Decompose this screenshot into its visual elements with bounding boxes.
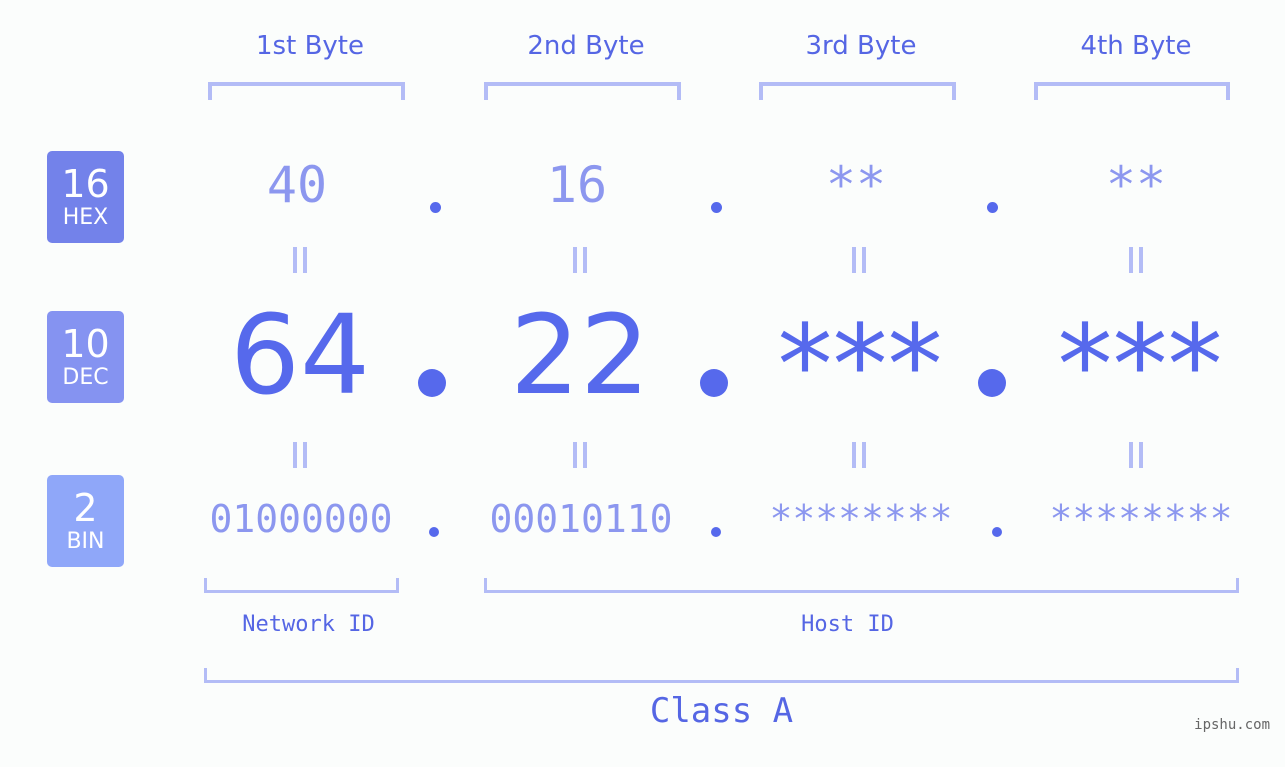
equals-icon xyxy=(291,442,309,468)
hex-base-number: 16 xyxy=(61,162,110,206)
bin-base-label: BIN xyxy=(66,529,105,554)
dec-byte-1: 64 xyxy=(230,291,370,419)
hex-byte-3: ** xyxy=(825,156,887,214)
host-id-bracket xyxy=(484,578,1239,593)
byte-bracket-2 xyxy=(484,82,681,100)
bin-byte-1: 01000000 xyxy=(209,497,393,541)
byte-bracket-1 xyxy=(208,82,405,100)
byte-header-2: 2nd Byte xyxy=(527,31,645,61)
hex-dot-2 xyxy=(711,202,722,213)
equals-icon xyxy=(850,247,868,273)
bin-byte-4: ******** xyxy=(1049,497,1233,541)
bin-byte-3: ******** xyxy=(769,497,953,541)
hex-dot-3 xyxy=(987,202,998,213)
equals-icon xyxy=(291,247,309,273)
network-id-label: Network ID xyxy=(242,612,375,637)
hex-dot-1 xyxy=(430,202,441,213)
equals-icon xyxy=(1127,247,1145,273)
dec-byte-2: 22 xyxy=(510,291,650,419)
hex-base-badge: 16 HEX xyxy=(47,151,124,243)
byte-bracket-3 xyxy=(759,82,956,100)
hex-byte-4: ** xyxy=(1105,156,1167,214)
dec-base-number: 10 xyxy=(61,322,110,366)
watermark: ipshu.com xyxy=(1194,717,1270,733)
byte-header-4: 4th Byte xyxy=(1080,31,1192,61)
byte-bracket-4 xyxy=(1034,82,1230,100)
class-bracket xyxy=(204,668,1239,683)
bin-dot-2 xyxy=(711,527,721,537)
hex-byte-2: 16 xyxy=(546,156,608,214)
class-label: Class A xyxy=(649,691,794,731)
dec-dot-2 xyxy=(700,369,728,397)
equals-icon xyxy=(850,442,868,468)
bin-byte-2: 00010110 xyxy=(489,497,673,541)
dec-byte-4: *** xyxy=(1057,301,1223,429)
dec-base-badge: 10 DEC xyxy=(47,311,124,403)
byte-header-1: 1st Byte xyxy=(256,31,364,61)
hex-byte-1: 40 xyxy=(266,156,328,214)
dec-base-label: DEC xyxy=(62,365,109,390)
bin-dot-1 xyxy=(429,527,439,537)
equals-icon xyxy=(1127,442,1145,468)
bin-base-number: 2 xyxy=(73,486,98,530)
byte-header-3: 3rd Byte xyxy=(805,31,917,61)
equals-icon xyxy=(571,247,589,273)
network-id-bracket xyxy=(204,578,399,593)
dec-dot-1 xyxy=(418,369,446,397)
bin-dot-3 xyxy=(992,527,1002,537)
dec-dot-3 xyxy=(978,369,1006,397)
dec-byte-3: *** xyxy=(777,301,943,429)
bin-base-badge: 2 BIN xyxy=(47,475,124,567)
hex-base-label: HEX xyxy=(62,205,109,230)
equals-icon xyxy=(571,442,589,468)
host-id-label: Host ID xyxy=(801,612,894,637)
